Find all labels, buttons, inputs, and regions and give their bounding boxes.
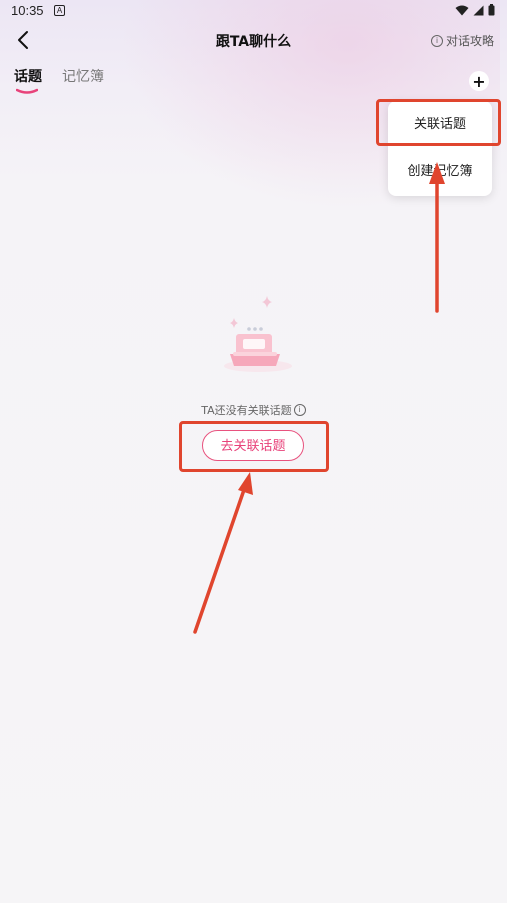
tab-memory-book-label: 记忆簿 <box>62 69 104 85</box>
sparkle-small <box>230 318 238 328</box>
annotation-box-menu-item <box>376 99 501 146</box>
sparkle-large <box>262 296 272 308</box>
tab-topics[interactable]: 话题 <box>14 66 42 94</box>
tab-memory-book[interactable]: 记忆簿 <box>62 66 104 86</box>
empty-state-illustration <box>224 296 292 372</box>
info-icon: i <box>430 34 443 47</box>
screen: 10:35 A 跟TA聊什么 i 对话攻略 话题 记忆簿 + 关联话题 创建记忆… <box>0 0 507 903</box>
notification-icon: A <box>54 5 65 16</box>
active-tab-indicator <box>16 88 38 94</box>
top-bar: 跟TA聊什么 i 对话攻略 <box>0 22 507 58</box>
annotation-box-button <box>179 421 329 472</box>
annotation-arrow-button <box>193 482 248 634</box>
add-button[interactable]: + <box>469 71 489 91</box>
menu-item-create-memory-book[interactable]: 创建记忆簿 <box>388 148 492 195</box>
signal-icon <box>473 5 484 15</box>
dialog-guide-link[interactable]: i 对话攻略 <box>430 32 494 49</box>
wifi-icon <box>455 5 469 15</box>
status-bar: 10:35 A <box>0 0 507 22</box>
info-icon[interactable]: i <box>293 404 306 416</box>
status-time: 10:35 <box>11 3 44 18</box>
tab-topics-label: 话题 <box>14 69 42 85</box>
empty-state: TA还没有关联话题 i <box>0 402 507 418</box>
dialog-guide-label: 对话攻略 <box>445 34 494 48</box>
empty-state-text: TA还没有关联话题 <box>201 404 292 417</box>
status-icons <box>455 4 495 16</box>
tab-bar: 话题 记忆簿 <box>14 66 104 94</box>
battery-icon <box>488 4 495 16</box>
